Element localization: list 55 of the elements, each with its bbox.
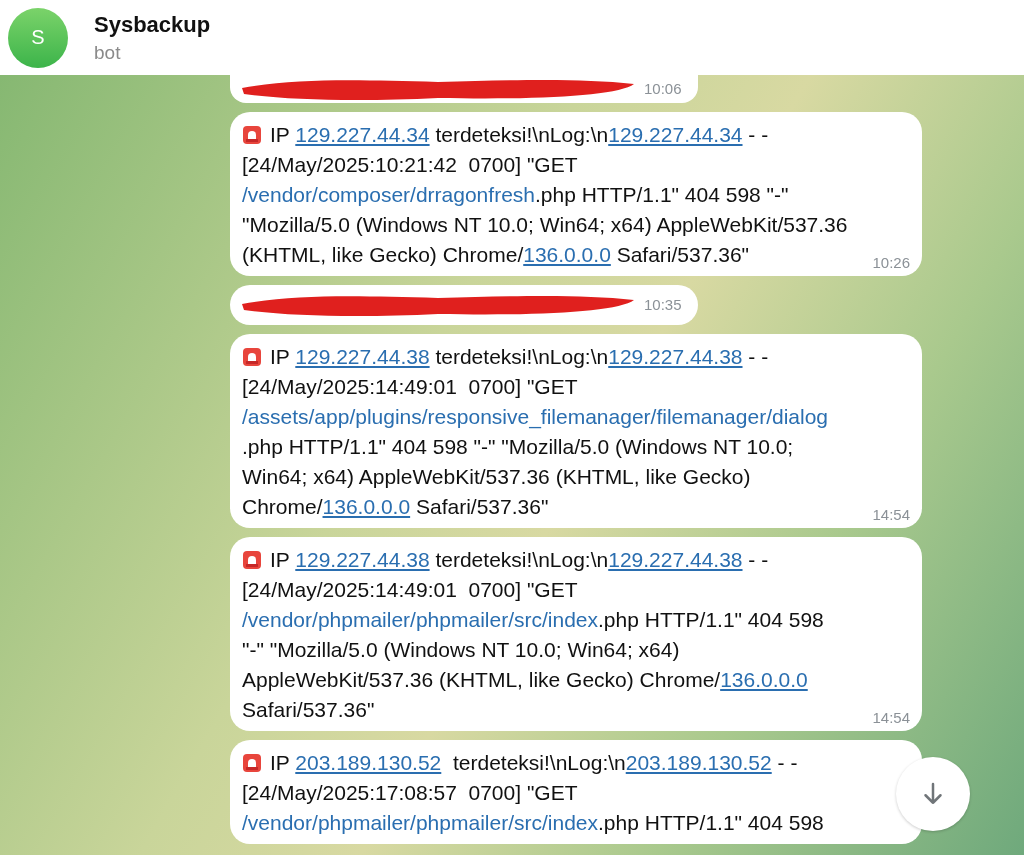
siren-icon bbox=[242, 753, 262, 773]
message-text: IP bbox=[270, 123, 291, 146]
siren-icon bbox=[242, 347, 262, 367]
message-text: Chrome/ bbox=[242, 495, 323, 518]
message-text: Safari/537.36" bbox=[615, 243, 750, 266]
message-time: 10:35 bbox=[644, 296, 682, 314]
message-text: terdeteksi!\nLog:\n bbox=[434, 548, 609, 571]
message-text: [24/May/2025:14:49:01 0700] "GET bbox=[242, 578, 578, 601]
message-time: 10:26 bbox=[872, 254, 910, 272]
chat-subtitle: bot bbox=[94, 41, 122, 64]
ip-link[interactable]: 129.227.44.38 bbox=[295, 345, 430, 368]
message-text: Safari/537.36" bbox=[242, 698, 375, 721]
message-text: .php HTTP/1.1" 404 598 bbox=[598, 811, 824, 834]
path-text: /vendor/phpmailer/phpmailer/src/index bbox=[242, 608, 598, 631]
message-time: 14:54 bbox=[872, 506, 910, 524]
message-text: (KHTML, like Gecko) Chrome/ bbox=[242, 243, 524, 266]
message-text: terdeteksi!\nLog:\n bbox=[434, 123, 609, 146]
ip-link[interactable]: 129.227.44.34 bbox=[608, 123, 743, 146]
ip-link[interactable]: 136.0.0.0 bbox=[720, 668, 808, 691]
message-text: Safari/537.36" bbox=[414, 495, 549, 518]
message-time: 10:06 bbox=[644, 80, 682, 98]
message-text: [24/May/2025:14:49:01 0700] "GET bbox=[242, 375, 578, 398]
ip-link[interactable]: 129.227.44.38 bbox=[608, 345, 743, 368]
ip-link[interactable]: 203.189.130.52 bbox=[295, 751, 442, 774]
ip-link[interactable]: 136.0.0.0 bbox=[322, 495, 411, 518]
message-text: [24/May/2025:17:08:57 0700] "GET bbox=[242, 781, 578, 804]
message-text: terdeteksi!\nLog:\n bbox=[451, 751, 626, 774]
message-text: AppleWebKit/537.36 (KHTML, like Gecko) Chrome/ bbox=[242, 668, 721, 691]
ip-link[interactable]: 129.227.44.34 bbox=[295, 123, 430, 146]
message-text: IP bbox=[270, 345, 291, 368]
siren-icon bbox=[242, 125, 262, 145]
scroll-down-button[interactable] bbox=[896, 757, 970, 831]
message-text: [24/May/2025:10:21:42 0700] "GET bbox=[242, 153, 578, 176]
message-time: 14:54 bbox=[872, 709, 910, 727]
message-text: IP bbox=[270, 548, 291, 571]
message-text: Win64; x64) AppleWebKit/537.36 (KHTML, like Gecko) bbox=[242, 465, 751, 488]
ip-link[interactable]: 136.0.0.0 bbox=[523, 243, 611, 266]
message-text: terdeteksi!\nLog:\n bbox=[434, 345, 609, 368]
message-text: - - bbox=[747, 345, 769, 368]
message-text: - - bbox=[747, 548, 769, 571]
message-text: IP bbox=[270, 751, 291, 774]
message-text: .php HTTP/1.1" 404 598 "-" "Mozilla/5.0 (Windows NT 10.0; bbox=[242, 435, 794, 458]
chat-title: Sysbackup bbox=[94, 11, 211, 38]
message-text: "-" "Mozilla/5.0 (Windows NT 10.0; Win64; x64) bbox=[242, 638, 680, 661]
ip-link[interactable]: 129.227.44.38 bbox=[608, 548, 743, 571]
message-text: - - bbox=[747, 123, 769, 146]
siren-icon bbox=[242, 550, 262, 570]
message-text: .php HTTP/1.1" 404 598 bbox=[598, 608, 824, 631]
message-text: - - bbox=[776, 751, 798, 774]
ip-link[interactable]: 129.227.44.38 bbox=[295, 548, 430, 571]
message-text: .php HTTP/1.1" 404 598 "-" bbox=[535, 183, 789, 206]
path-text: /assets/app/plugins/responsive_filemanager/filemanager/dialog bbox=[242, 405, 829, 428]
path-text: /vendor/composer/drragonfresh bbox=[242, 183, 535, 206]
message-text: "Mozilla/5.0 (Windows NT 10.0; Win64; x64) AppleWebKit/537.36 bbox=[242, 213, 848, 236]
path-text: /vendor/phpmailer/phpmailer/src/index bbox=[242, 811, 598, 834]
